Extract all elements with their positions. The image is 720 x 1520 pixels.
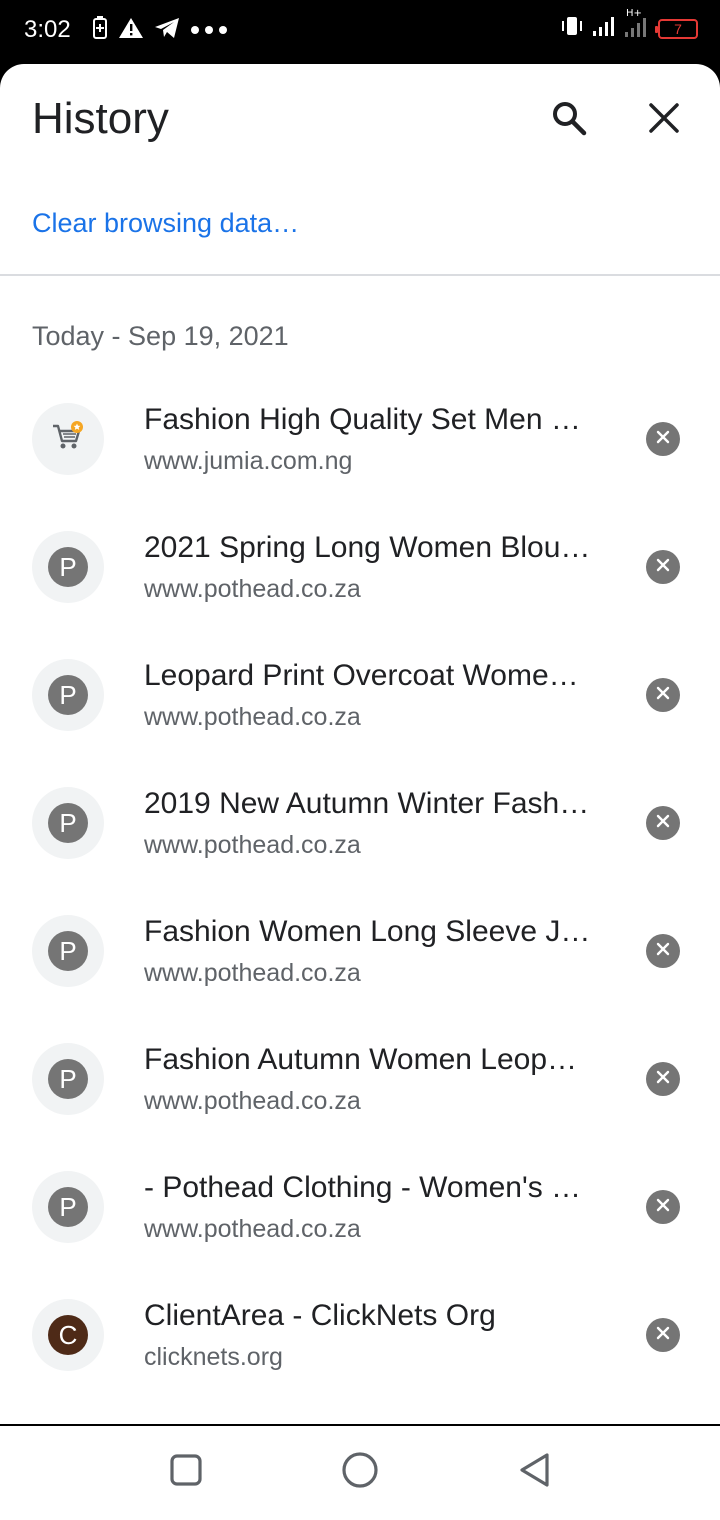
favicon: P — [32, 787, 104, 859]
back-triangle-icon — [516, 1451, 552, 1494]
remove-item-button[interactable] — [646, 550, 680, 584]
close-icon — [656, 1198, 670, 1217]
history-item-title: ClientArea - ClickNets Org — [144, 1299, 496, 1332]
favicon: P — [32, 915, 104, 987]
close-icon — [656, 686, 670, 705]
remove-item-button[interactable] — [646, 422, 680, 456]
favicon: C — [32, 1299, 104, 1371]
history-item-title: 2019 New Autumn Winter Fash… — [144, 787, 590, 820]
remove-item-button[interactable] — [646, 1318, 680, 1352]
history-item-url: www.pothead.co.za — [144, 575, 361, 603]
divider — [0, 274, 720, 276]
navigation-bar — [0, 1426, 720, 1520]
favicon: P — [32, 659, 104, 731]
header: History — [0, 64, 720, 176]
status-left-icons — [92, 16, 228, 45]
close-icon — [656, 1070, 670, 1089]
close-icon — [656, 942, 670, 961]
remove-item-button[interactable] — [646, 806, 680, 840]
favicon-letter: C — [48, 1315, 88, 1355]
history-item-url: www.pothead.co.za — [144, 1215, 361, 1243]
warning-icon — [118, 17, 144, 44]
recents-square-icon — [169, 1453, 203, 1492]
history-item[interactable]: P Leopard Print Overcoat Wome… www.pothe… — [0, 631, 720, 759]
history-item-title: Fashion Autumn Women Leop… — [144, 1043, 578, 1076]
history-item-title: - Pothead Clothing - Women's … — [144, 1171, 582, 1204]
close-icon — [656, 558, 670, 577]
history-item[interactable]: Fashion High Quality Set Men … www.jumia… — [0, 375, 720, 503]
telegram-icon — [154, 17, 180, 44]
history-item-url: www.jumia.com.ng — [144, 447, 353, 475]
date-header: Today - Sep 19, 2021 — [32, 321, 289, 351]
home-button[interactable] — [338, 1450, 382, 1494]
battery-saver-icon — [92, 16, 108, 45]
favicon-letter: P — [48, 675, 88, 715]
history-item-title: Fashion High Quality Set Men … — [144, 403, 581, 436]
history-item-url: clicknets.org — [144, 1343, 283, 1371]
history-item-url: www.pothead.co.za — [144, 959, 361, 987]
cart-icon — [51, 420, 85, 458]
favicon-letter: P — [48, 803, 88, 843]
history-list: Fashion High Quality Set Men … www.jumia… — [0, 375, 720, 1399]
history-sheet: History Clear browsing data… Today - Sep… — [0, 64, 720, 1424]
clear-browsing-data-link[interactable]: Clear browsing data… — [32, 208, 299, 239]
signal-hplus-icon: H+ — [624, 8, 650, 43]
history-item[interactable]: P 2021 Spring Long Women Blou… www.pothe… — [0, 503, 720, 631]
more-dots-icon — [190, 22, 228, 40]
back-button[interactable] — [512, 1450, 556, 1494]
close-icon — [656, 1326, 670, 1345]
favicon: P — [32, 1171, 104, 1243]
favicon-letter: P — [48, 931, 88, 971]
battery-low-icon: 7 — [655, 18, 698, 39]
status-right-icons: H+ 7 — [560, 8, 698, 43]
history-item-title: Fashion Women Long Sleeve J… — [144, 915, 591, 948]
close-icon — [656, 430, 670, 449]
home-circle-icon — [340, 1450, 380, 1495]
history-item-url: www.pothead.co.za — [144, 831, 361, 859]
page-title: History — [32, 94, 169, 143]
favicon: P — [32, 1043, 104, 1115]
favicon — [32, 403, 104, 475]
recents-button[interactable] — [164, 1450, 208, 1494]
history-item[interactable]: P 2019 New Autumn Winter Fash… www.pothe… — [0, 759, 720, 887]
status-bar: 3:02 H+ 7 — [0, 0, 720, 64]
history-item-title: 2021 Spring Long Women Blou… — [144, 531, 591, 564]
history-item[interactable]: C ClientArea - ClickNets Org clicknets.o… — [0, 1271, 720, 1399]
battery-level: 7 — [674, 20, 682, 37]
remove-item-button[interactable] — [646, 1062, 680, 1096]
remove-item-button[interactable] — [646, 1190, 680, 1224]
network-type-label: H+ — [626, 8, 642, 19]
close-icon — [656, 814, 670, 833]
history-item-title: Leopard Print Overcoat Wome… — [144, 659, 579, 692]
favicon: P — [32, 531, 104, 603]
remove-item-button[interactable] — [646, 934, 680, 968]
close-icon — [647, 101, 681, 140]
history-item-url: www.pothead.co.za — [144, 1087, 361, 1115]
signal-icon — [592, 15, 616, 42]
search-icon — [549, 98, 589, 143]
status-time: 3:02 — [24, 16, 71, 43]
vibrate-icon — [560, 14, 584, 43]
favicon-letter: P — [48, 547, 88, 587]
favicon-letter: P — [48, 1187, 88, 1227]
history-item[interactable]: P Fashion Women Long Sleeve J… www.pothe… — [0, 887, 720, 1015]
history-item[interactable]: P Fashion Autumn Women Leop… www.pothead… — [0, 1015, 720, 1143]
favicon-letter: P — [48, 1059, 88, 1099]
history-item-url: www.pothead.co.za — [144, 703, 361, 731]
close-button[interactable] — [636, 92, 692, 148]
remove-item-button[interactable] — [646, 678, 680, 712]
search-button[interactable] — [541, 92, 597, 148]
history-item[interactable]: P - Pothead Clothing - Women's … www.pot… — [0, 1143, 720, 1271]
